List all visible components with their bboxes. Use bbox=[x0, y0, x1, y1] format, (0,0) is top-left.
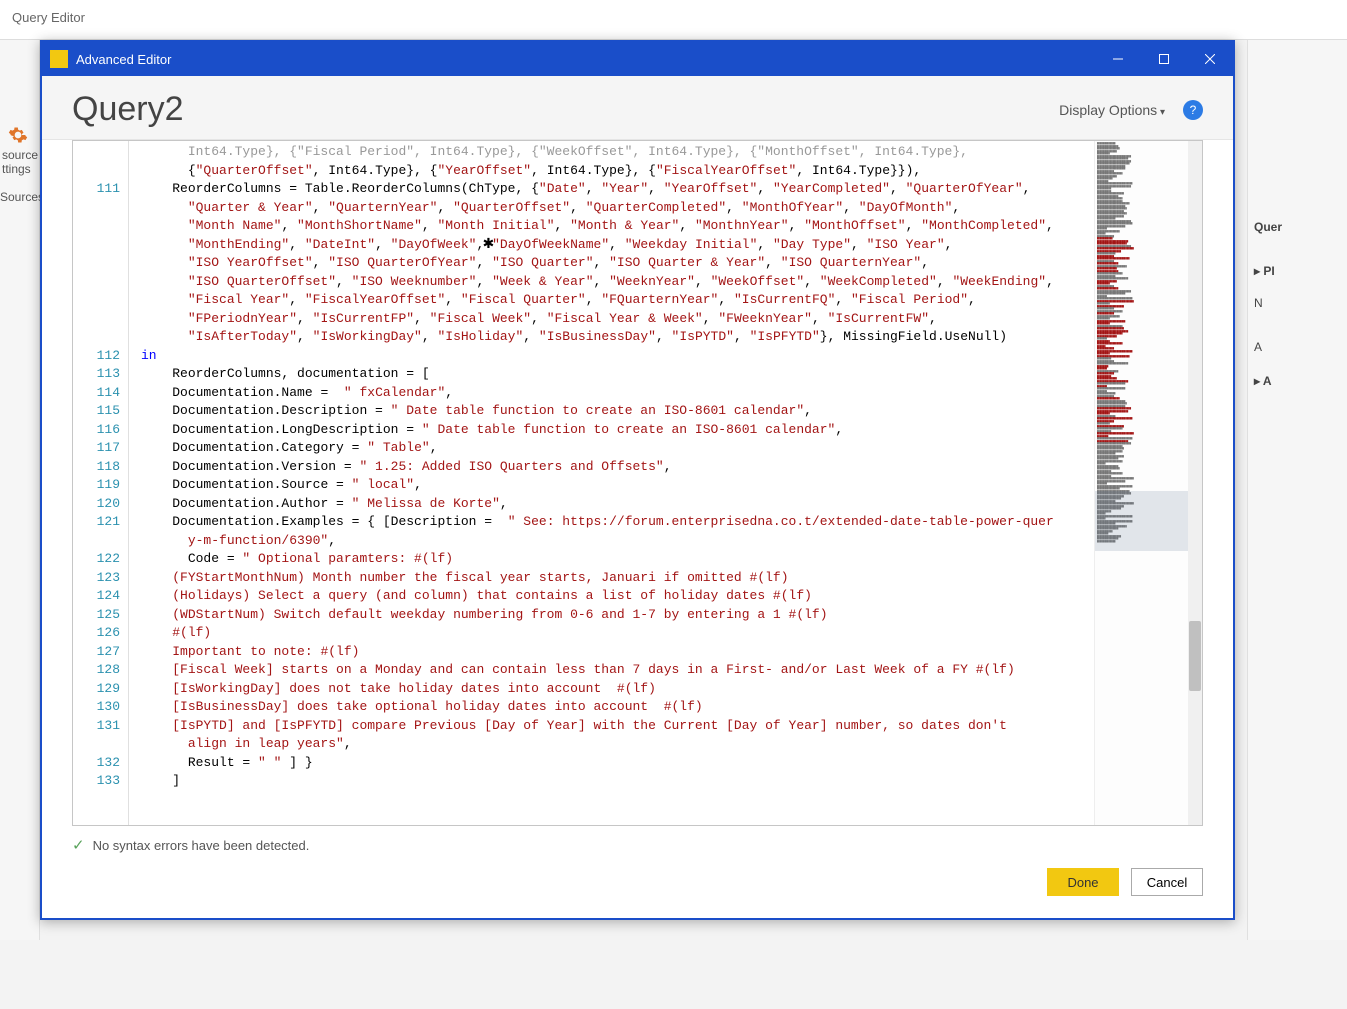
code-content[interactable]: Int64.Type}, {"Fiscal Period", Int64.Typ… bbox=[129, 141, 1094, 825]
left-label-sources: Sources bbox=[0, 190, 40, 204]
gear-icon[interactable] bbox=[8, 125, 28, 145]
right-label: Quer bbox=[1254, 220, 1343, 234]
left-label-source: source ttings bbox=[0, 148, 40, 176]
right-label: A bbox=[1254, 340, 1343, 354]
titlebar-text: Advanced Editor bbox=[76, 52, 1095, 67]
cancel-button[interactable]: Cancel bbox=[1131, 868, 1203, 896]
help-icon[interactable]: ? bbox=[1183, 100, 1203, 120]
done-button[interactable]: Done bbox=[1047, 868, 1119, 896]
editor-wrap: 1111121131141151161171181191201211221231… bbox=[42, 140, 1233, 826]
minimap-viewport[interactable] bbox=[1095, 491, 1202, 551]
query-editor-title: Query Editor bbox=[12, 10, 85, 25]
left-panel: source ttings Sources bbox=[0, 40, 40, 940]
maximize-button[interactable] bbox=[1141, 42, 1187, 76]
scrollbar-track[interactable] bbox=[1188, 141, 1202, 825]
advanced-editor-dialog: Advanced Editor Query2 Display Options ?… bbox=[40, 40, 1235, 920]
titlebar[interactable]: Advanced Editor bbox=[42, 42, 1233, 76]
button-row: Done Cancel bbox=[42, 862, 1233, 918]
display-options-dropdown[interactable]: Display Options bbox=[1059, 102, 1165, 118]
query-name: Query2 bbox=[72, 90, 1059, 129]
right-label: ▸ PI bbox=[1254, 264, 1343, 278]
check-icon: ✓ bbox=[72, 836, 85, 854]
scrollbar-thumb[interactable] bbox=[1189, 621, 1201, 691]
close-button[interactable] bbox=[1187, 42, 1233, 76]
editor-box: 1111121131141151161171181191201211221231… bbox=[72, 140, 1203, 826]
minimize-button[interactable] bbox=[1095, 42, 1141, 76]
status-row: ✓ No syntax errors have been detected. bbox=[42, 826, 1233, 862]
minimap-content: ████████████████████████████████████████… bbox=[1095, 141, 1202, 545]
status-text: No syntax errors have been detected. bbox=[93, 838, 310, 853]
app-icon bbox=[50, 50, 68, 68]
query-editor-titlebar: Query Editor bbox=[0, 0, 1347, 40]
dialog-header: Query2 Display Options ? bbox=[42, 76, 1233, 140]
right-label: ▸ A bbox=[1254, 374, 1343, 388]
code-editor[interactable]: 1111121131141151161171181191201211221231… bbox=[73, 141, 1094, 825]
right-label: N bbox=[1254, 296, 1343, 310]
minimap[interactable]: ████████████████████████████████████████… bbox=[1094, 141, 1202, 825]
right-panel: Quer ▸ PI N A ▸ A bbox=[1247, 40, 1347, 940]
line-gutter: 1111121131141151161171181191201211221231… bbox=[73, 141, 129, 825]
